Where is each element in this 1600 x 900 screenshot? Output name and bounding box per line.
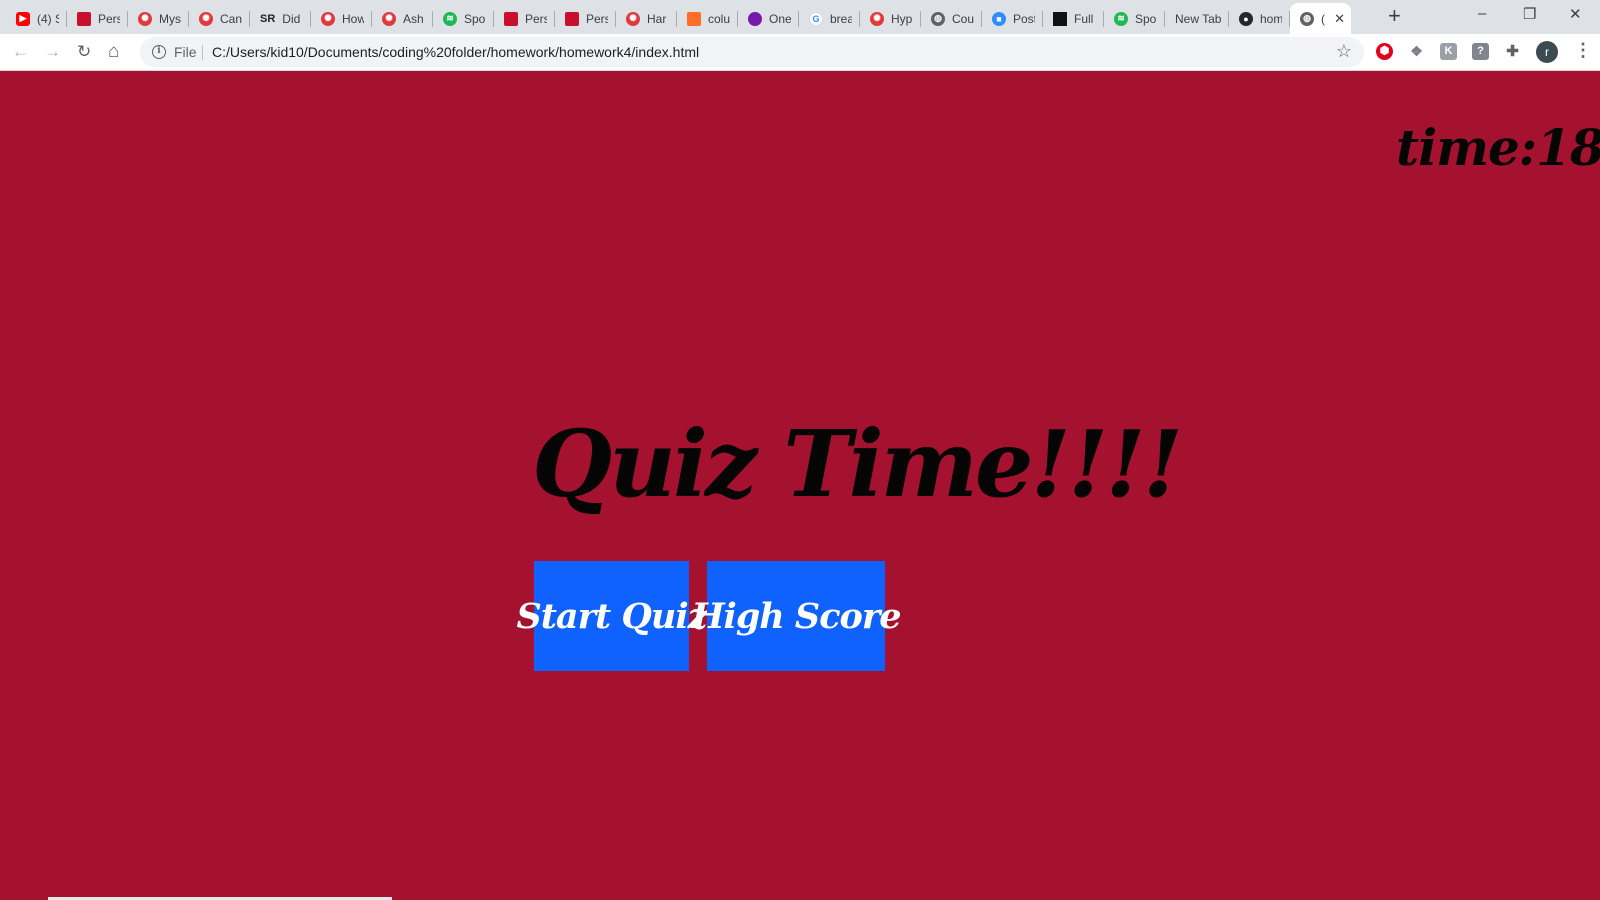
tab-onenote[interactable]: One bbox=[738, 3, 799, 34]
browser-toolbar: ← → ↻ ⌂ i File C:/Users/kid10/Documents/… bbox=[0, 34, 1600, 71]
tab-new-tab[interactable]: New Tab bbox=[1165, 3, 1229, 34]
high-score-button[interactable]: High Score bbox=[691, 561, 902, 671]
tab-label: Ash bbox=[403, 11, 424, 26]
tab-cou[interactable]: ◍ Cou bbox=[921, 3, 982, 34]
menu-kebab-icon[interactable]: ⋮ bbox=[1574, 40, 1592, 61]
tab-label: New Tab bbox=[1175, 11, 1222, 26]
tab-label: One bbox=[769, 11, 791, 26]
spotify-icon: ≋ bbox=[1114, 11, 1128, 26]
tab-gitlab[interactable]: colu bbox=[677, 3, 738, 34]
new-tab-button[interactable]: + bbox=[1388, 5, 1401, 27]
quiz-timer: time:180 bbox=[1396, 118, 1600, 177]
tab-label: colu bbox=[708, 11, 730, 26]
tab-zoom[interactable]: ■ Post bbox=[982, 3, 1043, 34]
k-extension-icon[interactable]: K bbox=[1440, 43, 1457, 60]
tab-list: ▶ (4) S Pers ✺ Mys ✺ Can SR Did ✺ How ✺ … bbox=[6, 3, 1351, 34]
canvas-icon: ✺ bbox=[382, 11, 396, 26]
tab-youtube[interactable]: ▶ (4) S bbox=[6, 3, 67, 34]
tab-hyp[interactable]: ✺ Hyp bbox=[860, 3, 921, 34]
tab-did[interactable]: SR Did bbox=[250, 3, 311, 34]
google-icon: G bbox=[809, 11, 823, 26]
reload-icon[interactable]: ↻ bbox=[77, 42, 91, 62]
tab-github[interactable]: ● hom bbox=[1229, 3, 1290, 34]
tab-label: Full bbox=[1074, 11, 1094, 26]
tab-label: Did bbox=[282, 11, 301, 26]
tab-label: Spo bbox=[1135, 11, 1157, 26]
canvas-icon: ✺ bbox=[870, 11, 884, 26]
tab-label: How bbox=[342, 11, 364, 26]
sr-icon: SR bbox=[260, 12, 276, 25]
tab-label: ( bbox=[1321, 11, 1325, 26]
tab-label: Hyp bbox=[891, 11, 913, 26]
page-title: Quiz Time!!!! bbox=[532, 410, 1183, 518]
tab-pers-1[interactable]: Pers bbox=[67, 3, 128, 34]
help-extension-icon[interactable]: ? bbox=[1472, 43, 1489, 60]
canvas-icon: ✺ bbox=[199, 11, 213, 26]
address-bar[interactable]: i File C:/Users/kid10/Documents/coding%2… bbox=[140, 37, 1364, 67]
tab-har[interactable]: ✺ Har bbox=[616, 3, 677, 34]
tab-strip: ▶ (4) S Pers ✺ Mys ✺ Can SR Did ✺ How ✺ … bbox=[0, 0, 1600, 34]
close-window-icon[interactable]: ✕ bbox=[1569, 5, 1582, 23]
tab-label: Post bbox=[1013, 11, 1035, 26]
bookmark-icon bbox=[504, 11, 518, 26]
divider bbox=[202, 45, 203, 60]
tab-label: Har bbox=[647, 11, 667, 26]
globe-icon: ◍ bbox=[1300, 11, 1314, 26]
minimize-icon[interactable]: – bbox=[1478, 5, 1486, 22]
restore-icon[interactable]: ❐ bbox=[1523, 5, 1536, 23]
adblock-extension-icon[interactable]: ⬢ bbox=[1376, 43, 1393, 60]
tab-ash[interactable]: ✺ Ash bbox=[372, 3, 433, 34]
canvas-icon: ✺ bbox=[138, 11, 152, 26]
gitlab-icon bbox=[687, 11, 701, 26]
start-quiz-button[interactable]: Start Quiz bbox=[516, 561, 708, 671]
spotify-icon: ≋ bbox=[443, 11, 457, 26]
github-icon: ● bbox=[1239, 11, 1253, 26]
puzzle-extensions-icon[interactable]: ✚ bbox=[1504, 43, 1521, 60]
bookmark-icon bbox=[565, 11, 579, 26]
tab-label: Pers bbox=[586, 11, 608, 26]
canvas-icon: ✺ bbox=[321, 11, 335, 26]
forward-arrow-icon[interactable]: → bbox=[44, 42, 61, 62]
tab-active[interactable]: ◍ ( ✕ bbox=[1290, 3, 1351, 34]
profile-avatar[interactable]: r bbox=[1536, 41, 1558, 63]
canvas-icon: ✺ bbox=[626, 11, 640, 26]
youtube-icon: ▶ bbox=[16, 11, 30, 26]
tab-pers-2[interactable]: Pers bbox=[494, 3, 555, 34]
bookmark-star-icon[interactable]: ☆ bbox=[1336, 41, 1352, 62]
back-arrow-icon[interactable]: ← bbox=[12, 42, 29, 62]
tab-google[interactable]: G brea bbox=[799, 3, 860, 34]
tab-label: Spo bbox=[464, 11, 486, 26]
tab-label: Pers bbox=[525, 11, 547, 26]
globe-icon: ◍ bbox=[931, 11, 945, 26]
tab-spotify-2[interactable]: ≋ Spo bbox=[1104, 3, 1165, 34]
tab-label: Pers bbox=[98, 11, 120, 26]
tab-how[interactable]: ✺ How bbox=[311, 3, 372, 34]
tab-label: Cou bbox=[952, 11, 974, 26]
tab-can[interactable]: ✺ Can bbox=[189, 3, 250, 34]
url-scheme: File bbox=[174, 44, 197, 60]
tab-mys[interactable]: ✺ Mys bbox=[128, 3, 189, 34]
tab-label: Can bbox=[220, 11, 242, 26]
dropbox-extension-icon[interactable]: ❖ bbox=[1408, 43, 1425, 60]
info-icon[interactable]: i bbox=[152, 45, 166, 59]
close-tab-icon[interactable]: ✕ bbox=[1334, 11, 1345, 27]
tab-label: Mys bbox=[159, 11, 181, 26]
tab-full[interactable]: Full bbox=[1043, 3, 1104, 34]
flag-icon bbox=[1053, 11, 1067, 26]
home-icon[interactable]: ⌂ bbox=[108, 42, 119, 62]
onenote-icon bbox=[748, 11, 762, 26]
zoom-icon: ■ bbox=[992, 11, 1006, 26]
tab-label: hom bbox=[1260, 11, 1282, 26]
url-text[interactable]: C:/Users/kid10/Documents/coding%20folder… bbox=[212, 44, 699, 60]
bookmark-icon bbox=[77, 11, 91, 26]
tab-label: brea bbox=[830, 11, 852, 26]
tab-spotify-1[interactable]: ≋ Spo bbox=[433, 3, 494, 34]
tab-pers-3[interactable]: Pers bbox=[555, 3, 616, 34]
tab-label: (4) S bbox=[37, 11, 59, 26]
